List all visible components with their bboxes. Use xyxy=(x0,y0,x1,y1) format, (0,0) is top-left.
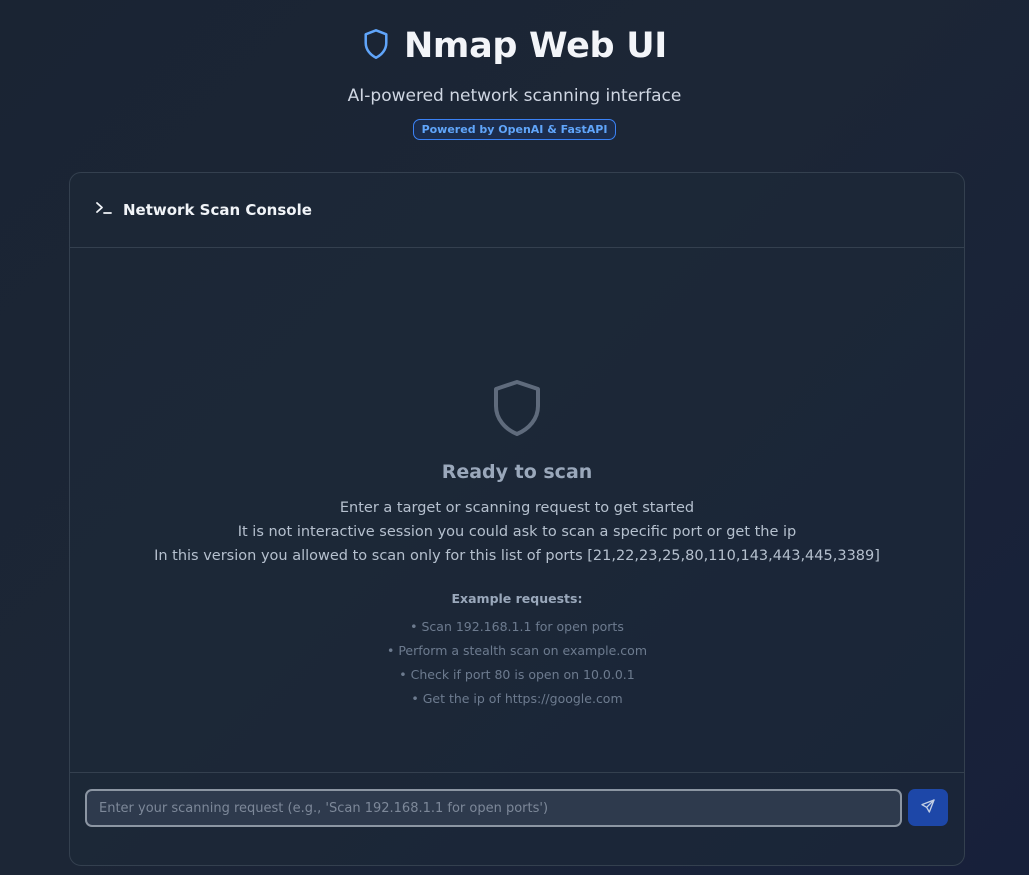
page-header: Nmap Web UI AI-powered network scanning … xyxy=(0,0,1029,172)
console-body: Ready to scan Enter a target or scanning… xyxy=(70,249,964,772)
description-line: Enter a target or scanning request to ge… xyxy=(339,500,695,516)
scan-console: Network Scan Console Ready to scan Enter… xyxy=(69,172,965,866)
page-subtitle: AI-powered network scanning interface xyxy=(347,86,682,106)
terminal-icon xyxy=(95,200,113,220)
description-line: In this version you allowed to scan only… xyxy=(154,548,880,564)
console-title: Network Scan Console xyxy=(123,201,312,219)
empty-state-description: Enter a target or scanning request to ge… xyxy=(70,496,964,568)
shield-icon xyxy=(491,378,543,438)
scan-request-input[interactable] xyxy=(85,789,902,827)
examples-title: Example requests: xyxy=(451,591,583,606)
example-request: • Get the ip of https://google.com xyxy=(411,691,623,706)
powered-by-badge: Powered by OpenAI & FastAPI xyxy=(412,119,617,140)
page-title: Nmap Web UI xyxy=(403,26,668,66)
example-request: • Scan 192.168.1.1 for open ports xyxy=(410,619,624,634)
description-line: It is not interactive session you could … xyxy=(237,524,797,540)
example-request: • Perform a stealth scan on example.com xyxy=(386,643,647,658)
title-row: Nmap Web UI xyxy=(0,26,1029,66)
send-icon xyxy=(920,798,936,817)
examples-list: • Scan 192.168.1.1 for open ports • Perf… xyxy=(70,615,964,711)
empty-state-heading: Ready to scan xyxy=(441,461,593,483)
console-header: Network Scan Console xyxy=(70,173,964,248)
badge-wrap: Powered by OpenAI & FastAPI xyxy=(0,119,1029,140)
send-button[interactable] xyxy=(908,789,948,826)
console-footer xyxy=(70,772,964,865)
example-request: • Check if port 80 is open on 10.0.0.1 xyxy=(399,667,635,682)
shield-icon xyxy=(362,28,390,64)
